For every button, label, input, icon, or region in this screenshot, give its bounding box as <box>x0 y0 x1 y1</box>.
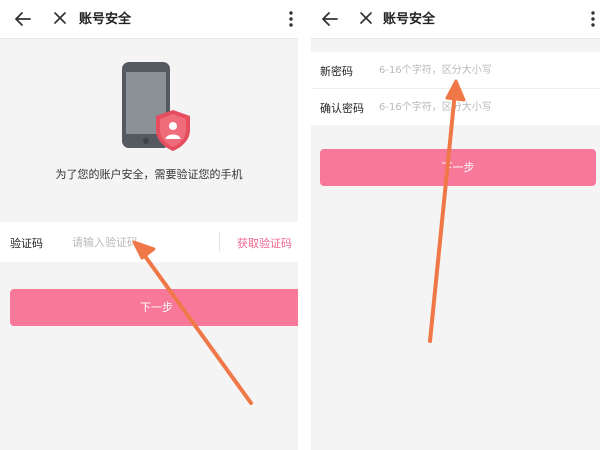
next-button[interactable]: 下一步 <box>320 149 596 186</box>
new-password-row: 新密码 <box>311 52 600 89</box>
verify-message: 为了您的账户安全，需要验证您的手机 <box>55 168 243 181</box>
back-arrow-icon[interactable] <box>14 10 32 28</box>
new-password-input[interactable] <box>379 58 589 82</box>
more-vertical-icon[interactable] <box>288 10 294 28</box>
get-code-button[interactable]: 获取验证码 <box>237 235 292 251</box>
more-vertical-icon[interactable] <box>590 10 596 28</box>
panel-gap <box>298 0 311 450</box>
verify-phone-screen: 账号安全 为了您的账户安全，需要验证您的手机 验证码 获取验证码 下一步 <box>0 0 298 450</box>
back-arrow-icon[interactable] <box>321 10 339 28</box>
verification-code-input[interactable] <box>72 230 207 254</box>
confirm-password-label: 确认密码 <box>320 102 364 115</box>
top-bar: 账号安全 <box>311 0 600 39</box>
code-label: 验证码 <box>10 237 43 250</box>
new-password-label: 新密码 <box>320 65 353 78</box>
confirm-password-row: 确认密码 <box>311 89 600 125</box>
top-bar: 账号安全 <box>0 0 298 39</box>
page-title: 账号安全 <box>79 12 132 27</box>
close-icon[interactable] <box>53 11 67 25</box>
phone-shield-icon <box>122 62 190 151</box>
new-password-screen: 账号安全 新密码 确认密码 下一步 <box>311 0 600 450</box>
next-button[interactable]: 下一步 <box>10 289 298 326</box>
page-title: 账号安全 <box>383 12 436 27</box>
close-icon[interactable] <box>359 11 373 25</box>
confirm-password-input[interactable] <box>379 95 589 119</box>
divider <box>219 232 220 252</box>
password-form: 新密码 确认密码 <box>311 52 600 125</box>
verification-code-row: 验证码 获取验证码 <box>0 222 298 262</box>
